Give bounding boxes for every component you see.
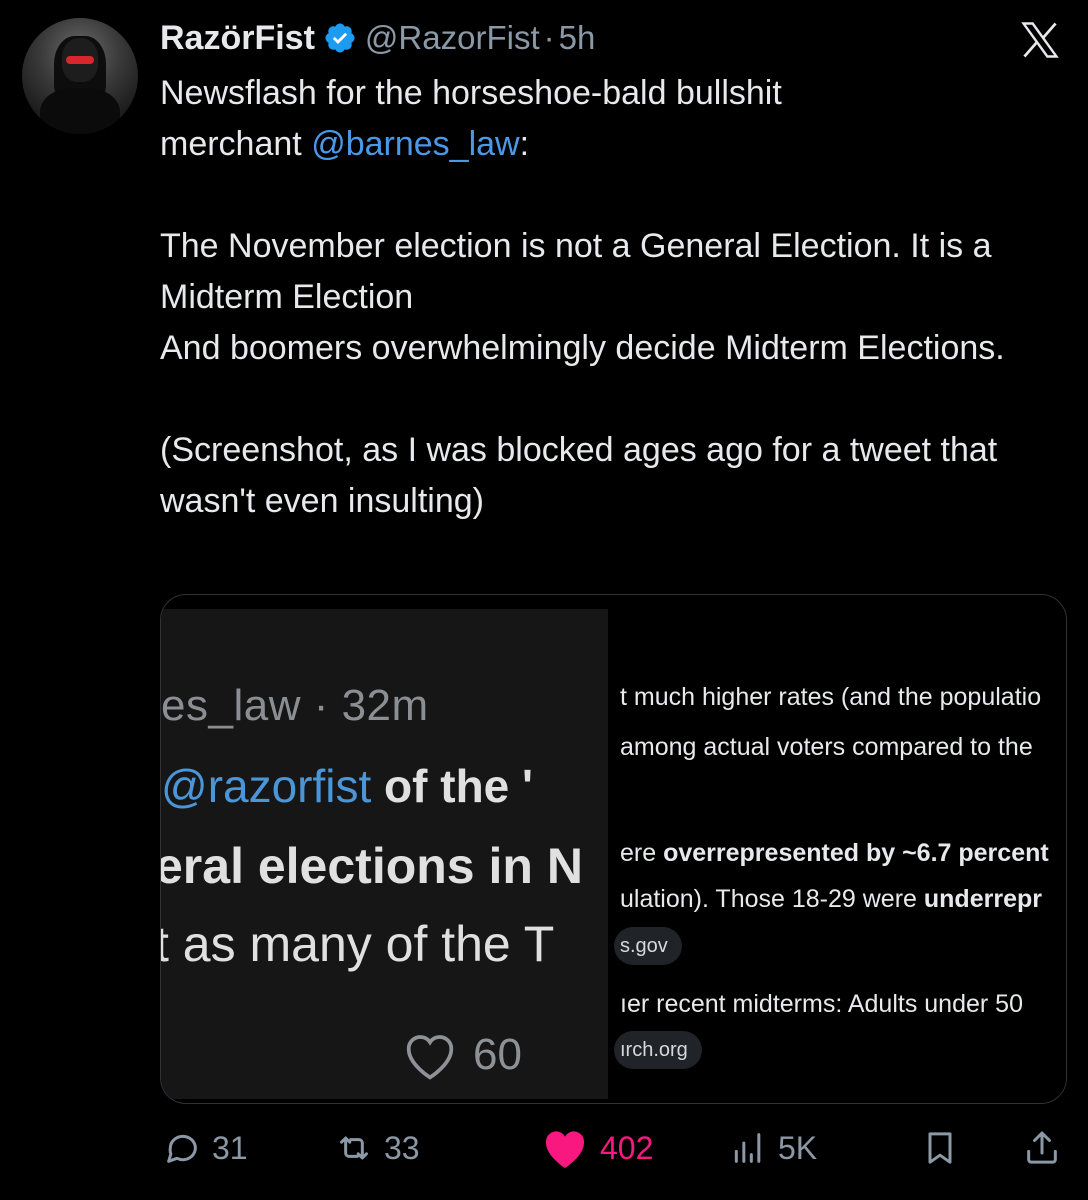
repost-button[interactable]: 33: [334, 1120, 420, 1176]
views-button[interactable]: 5K: [728, 1120, 817, 1176]
heart-icon: [545, 1131, 585, 1168]
views-icon: [734, 1133, 761, 1163]
source-pill: s.gov: [614, 927, 682, 965]
tweet-text-span: :: [519, 125, 530, 163]
tweet-paragraph: And boomers overwhelmingly decide Midter…: [160, 329, 1005, 367]
embedded-text-bold: overrepresented by ~6.7 percent: [663, 839, 1049, 867]
embedded-line: @razorfist of the ': [161, 759, 533, 813]
tweet-header: RazörFist @RazorFist · 5h: [160, 16, 595, 60]
tweet-line: merchant @barnes_law:: [160, 119, 1065, 170]
embedded-like-count: 60: [473, 1030, 522, 1079]
tweet-actions: 31 33 402 5K: [160, 1120, 1065, 1176]
author-avatar[interactable]: [22, 18, 138, 134]
author-name[interactable]: RazörFist: [160, 19, 315, 58]
bookmark-icon: [928, 1132, 952, 1164]
embedded-text: ulation). Those 18-29 were: [620, 885, 924, 913]
bookmark-button[interactable]: [920, 1120, 960, 1176]
embedded-line: ulation). Those 18-29 were underrepr: [620, 885, 1042, 914]
embedded-line: ere overrepresented by ~6.7 percent: [620, 839, 1049, 868]
embedded-line: t much higher rates (and the populatio: [620, 683, 1042, 711]
heart-outline-icon: [406, 1035, 454, 1080]
tweet-paragraph: (Screenshot, as I was blocked ages ago f…: [160, 431, 998, 520]
like-button[interactable]: 402: [540, 1120, 653, 1176]
embedded-text: of the ': [371, 760, 533, 812]
embedded-text-bold: underrepr: [923, 885, 1042, 913]
tweet-media-image[interactable]: es_law · 32m @razorfist of the ' eral el…: [160, 594, 1067, 1104]
reply-button[interactable]: 31: [162, 1120, 248, 1176]
avatar-jacket: [40, 88, 120, 134]
header-separator: ·: [543, 19, 555, 56]
verified-badge-icon: [325, 23, 355, 53]
tweet-timestamp[interactable]: 5h: [559, 19, 596, 57]
share-button[interactable]: [1022, 1120, 1062, 1176]
source-pill: ırch.org: [614, 1031, 702, 1069]
views-count: 5K: [778, 1129, 818, 1166]
reply-count: 31: [212, 1129, 248, 1166]
repost-count: 33: [384, 1129, 420, 1166]
mention-link[interactable]: @barnes_law: [311, 125, 519, 163]
x-logo-icon: [1021, 22, 1059, 58]
media-left-panel: es_law · 32m @razorfist of the ' eral el…: [161, 609, 608, 1099]
embedded-line: t as many of the T: [161, 916, 555, 972]
tweet-line: Newsflash for the horseshoe-bald bullshi…: [160, 74, 782, 112]
embedded-mention: @razorfist: [161, 760, 372, 812]
repost-icon: [340, 1136, 368, 1160]
embedded-like: 60: [401, 1029, 522, 1081]
avatar-glasses: [66, 56, 94, 64]
embedded-line: eral elections in N: [161, 838, 583, 894]
tweet-paragraph: The November election is not a General E…: [160, 227, 992, 316]
embedded-handle-time: es_law · 32m: [161, 681, 429, 730]
reply-icon: [167, 1134, 197, 1163]
embedded-text: ere: [620, 839, 664, 867]
embedded-line: ıer recent midterms: Adults under 50: [620, 990, 1023, 1018]
author-handle[interactable]: @RazorFist: [365, 19, 540, 57]
tweet-body: Newsflash for the horseshoe-bald bullshi…: [160, 68, 1065, 527]
like-count: 402: [600, 1129, 654, 1166]
tweet-text-span: merchant: [160, 125, 312, 163]
media-right-panel: t much higher rates (and the populatio a…: [610, 595, 1066, 1103]
share-icon: [1027, 1131, 1057, 1164]
embedded-line: among actual voters compared to the: [620, 733, 1033, 761]
